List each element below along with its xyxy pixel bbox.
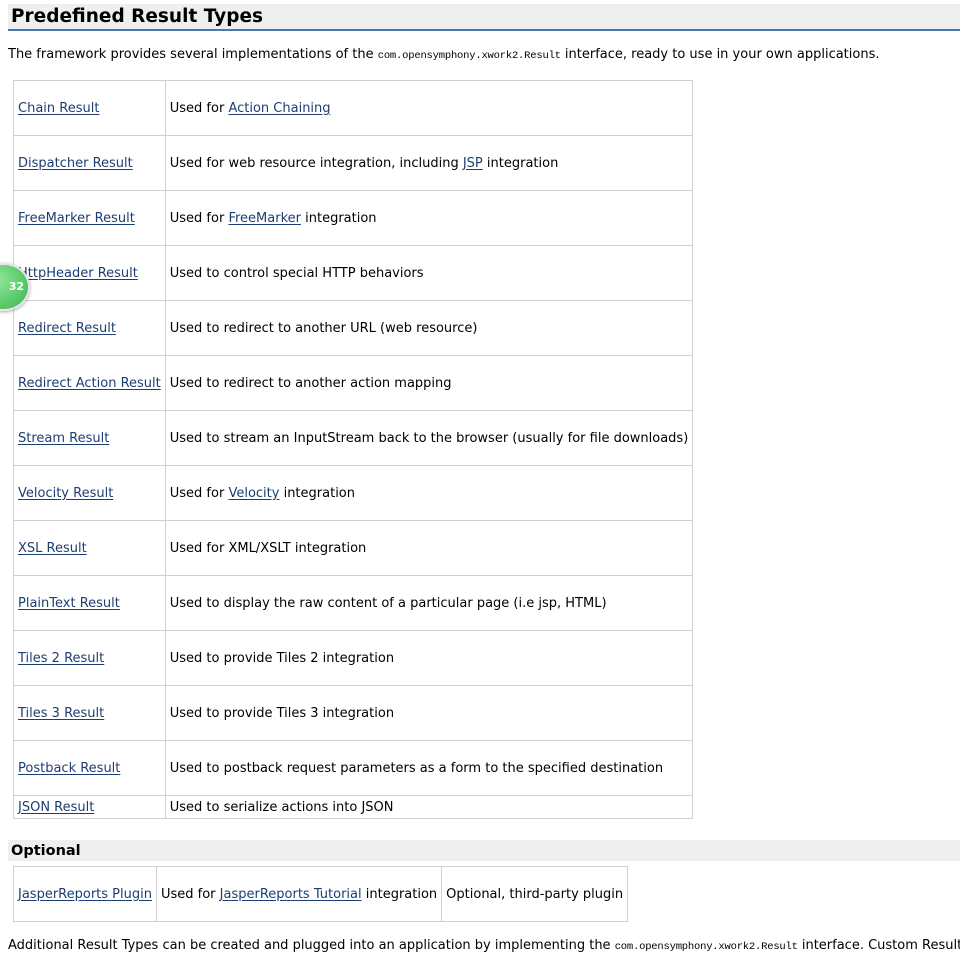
result-type-link[interactable]: Postback Result [18, 761, 120, 776]
result-name-cell: PlainText Result [13, 575, 166, 631]
result-name-cell: Tiles 2 Result [13, 630, 166, 686]
description-link[interactable]: FreeMarker [228, 211, 301, 226]
table-row: Redirect Action Result Used to redirect t… [13, 355, 694, 411]
plugin-link[interactable]: JasperReports Plugin [18, 887, 152, 902]
result-name-cell: Redirect Action Result [13, 355, 166, 411]
description-text: Used for [160, 886, 220, 902]
table-row: Stream Result Used to stream an InputStre… [13, 410, 694, 466]
result-type-link[interactable]: Redirect Action Result [18, 376, 161, 391]
result-description-cell: Used to provide Tiles 2 integration [164, 630, 694, 686]
result-type-link[interactable]: XSL Result [18, 541, 87, 556]
intro-text-before: The framework provides several implement… [8, 47, 378, 62]
table-row: PlainText Result Used to display the raw … [13, 575, 694, 631]
result-name-cell: XSL Result [13, 520, 166, 576]
result-type-link[interactable]: Chain Result [18, 101, 99, 116]
plugin-note-cell: Optional, third-party plugin [441, 866, 629, 922]
result-name-cell: Stream Result [13, 410, 166, 466]
description-text: integration [482, 155, 559, 171]
result-name-cell: HttpHeader Result [13, 245, 166, 301]
result-description-cell: Used for XML/XSLT integration [164, 520, 694, 576]
description-text: Used to serialize actions into JSON [169, 799, 394, 815]
result-type-link[interactable]: Dispatcher Result [18, 156, 133, 171]
result-name-cell: Tiles 3 Result [13, 685, 166, 741]
description-text: Used for [169, 485, 229, 501]
result-type-link[interactable]: Redirect Result [18, 321, 116, 336]
description-text: Used to redirect to another URL (web res… [169, 320, 478, 336]
footer-text-after: interface. Custom Result Types [801, 938, 960, 953]
result-description-cell: Used for FreeMarker integration [164, 190, 694, 246]
description-link[interactable]: Velocity [228, 486, 279, 501]
result-name-cell: Postback Result [13, 740, 166, 796]
result-type-link[interactable]: JSON Result [18, 800, 94, 815]
result-name-cell: Velocity Result [13, 465, 166, 521]
table-row: Dispatcher Result Used for web resource i… [13, 135, 694, 191]
description-text: integration [361, 886, 438, 902]
result-description-cell: Used to redirect to another action mappi… [164, 355, 694, 411]
result-description-cell: Used to redirect to another URL (web res… [164, 300, 694, 356]
description-text: Used for [169, 210, 229, 226]
result-type-link[interactable]: HttpHeader Result [18, 266, 138, 281]
table-row: Postback Result Used to postback request … [13, 740, 694, 796]
result-name-cell: JSON Result [13, 795, 166, 819]
description-text: Used for XML/XSLT integration [169, 540, 367, 556]
result-description-cell: Used to serialize actions into JSON [164, 795, 694, 819]
table-row: Tiles 2 Result Used to provide Tiles 2 in… [13, 630, 694, 686]
intro-code: com.opensymphony.xwork2.Result [377, 50, 561, 62]
plugin-note: Optional, third-party plugin [446, 886, 624, 902]
table-row: JSON Result Used to serialize actions int… [13, 795, 694, 819]
footer-paragraph: Additional Result Types can be created a… [8, 937, 960, 956]
result-type-link[interactable]: Tiles 3 Result [18, 706, 104, 721]
intro-text-after: interface, ready to use in your own appl… [560, 47, 880, 62]
plugin-description-cell: Used for JasperReports Tutorial integrat… [155, 866, 443, 922]
table-row: XSL Result Used for XML/XSLT integration [13, 520, 694, 576]
description-text: Used to postback request parameters as a… [169, 760, 664, 776]
description-text: Used to provide Tiles 2 integration [169, 650, 395, 666]
result-description-cell: Used to provide Tiles 3 integration [164, 685, 694, 741]
description-text: integration [279, 485, 355, 501]
description-link[interactable]: JSP [463, 156, 483, 171]
table-row: HttpHeader Result Used to control special… [13, 245, 694, 301]
result-description-cell: Used to postback request parameters as a… [164, 740, 694, 796]
result-description-cell: Used to stream an InputStream back to th… [164, 410, 694, 466]
description-text: Used to stream an InputStream back to th… [169, 430, 689, 446]
table-row: JasperReports Plugin Used for JasperRepor… [13, 866, 629, 922]
result-name-cell: Dispatcher Result [13, 135, 166, 191]
table-row: Velocity Result Used for Velocity integra… [13, 465, 694, 521]
description-text: integration [300, 210, 377, 226]
result-name-cell: FreeMarker Result [13, 190, 166, 246]
page-heading: Predefined Result Types [8, 4, 960, 31]
result-description-cell: Used for Action Chaining [164, 80, 694, 136]
table-row: Chain Result Used for Action Chaining [13, 80, 694, 136]
table-row: Tiles 3 Result Used to provide Tiles 3 in… [13, 685, 694, 741]
optional-table: JasperReports Plugin Used for JasperRepor… [13, 866, 629, 922]
intro-paragraph: The framework provides several implement… [8, 46, 880, 65]
result-description-cell: Used to control special HTTP behaviors [164, 245, 694, 301]
result-type-link[interactable]: FreeMarker Result [18, 211, 135, 226]
result-type-link[interactable]: Velocity Result [18, 486, 113, 501]
result-type-link[interactable]: PlainText Result [18, 596, 120, 611]
description-text: Used for [169, 100, 229, 116]
plugin-name-cell: JasperReports Plugin [13, 866, 157, 922]
result-description-cell: Used for web resource integration, inclu… [164, 135, 694, 191]
table-row: Redirect Result Used to redirect to anoth… [13, 300, 694, 356]
result-description-cell: Used to display the raw content of a par… [164, 575, 694, 631]
result-description-cell: Used for Velocity integration [164, 465, 694, 521]
result-type-link[interactable]: Stream Result [18, 431, 109, 446]
table-row: FreeMarker Result Used for FreeMarker int… [13, 190, 694, 246]
description-link[interactable]: Action Chaining [228, 101, 330, 116]
description-link[interactable]: JasperReports Tutorial [220, 887, 362, 902]
result-type-link[interactable]: Tiles 2 Result [18, 651, 104, 666]
result-name-cell: Chain Result [13, 80, 166, 136]
result-types-table: Chain Result Used for Action Chaining Disp… [13, 80, 694, 819]
optional-heading: Optional [8, 840, 960, 861]
footer-text-before: Additional Result Types can be created a… [8, 938, 615, 953]
footer-code: com.opensymphony.xwork2.Result [614, 941, 798, 953]
description-text: Used to redirect to another action mappi… [169, 375, 452, 391]
description-text: Used to control special HTTP behaviors [169, 265, 424, 281]
description-text: Used to provide Tiles 3 integration [169, 705, 395, 721]
result-name-cell: Redirect Result [13, 300, 166, 356]
description-text: Used for web resource integration, inclu… [169, 155, 463, 171]
description-text: Used to display the raw content of a par… [169, 595, 607, 611]
